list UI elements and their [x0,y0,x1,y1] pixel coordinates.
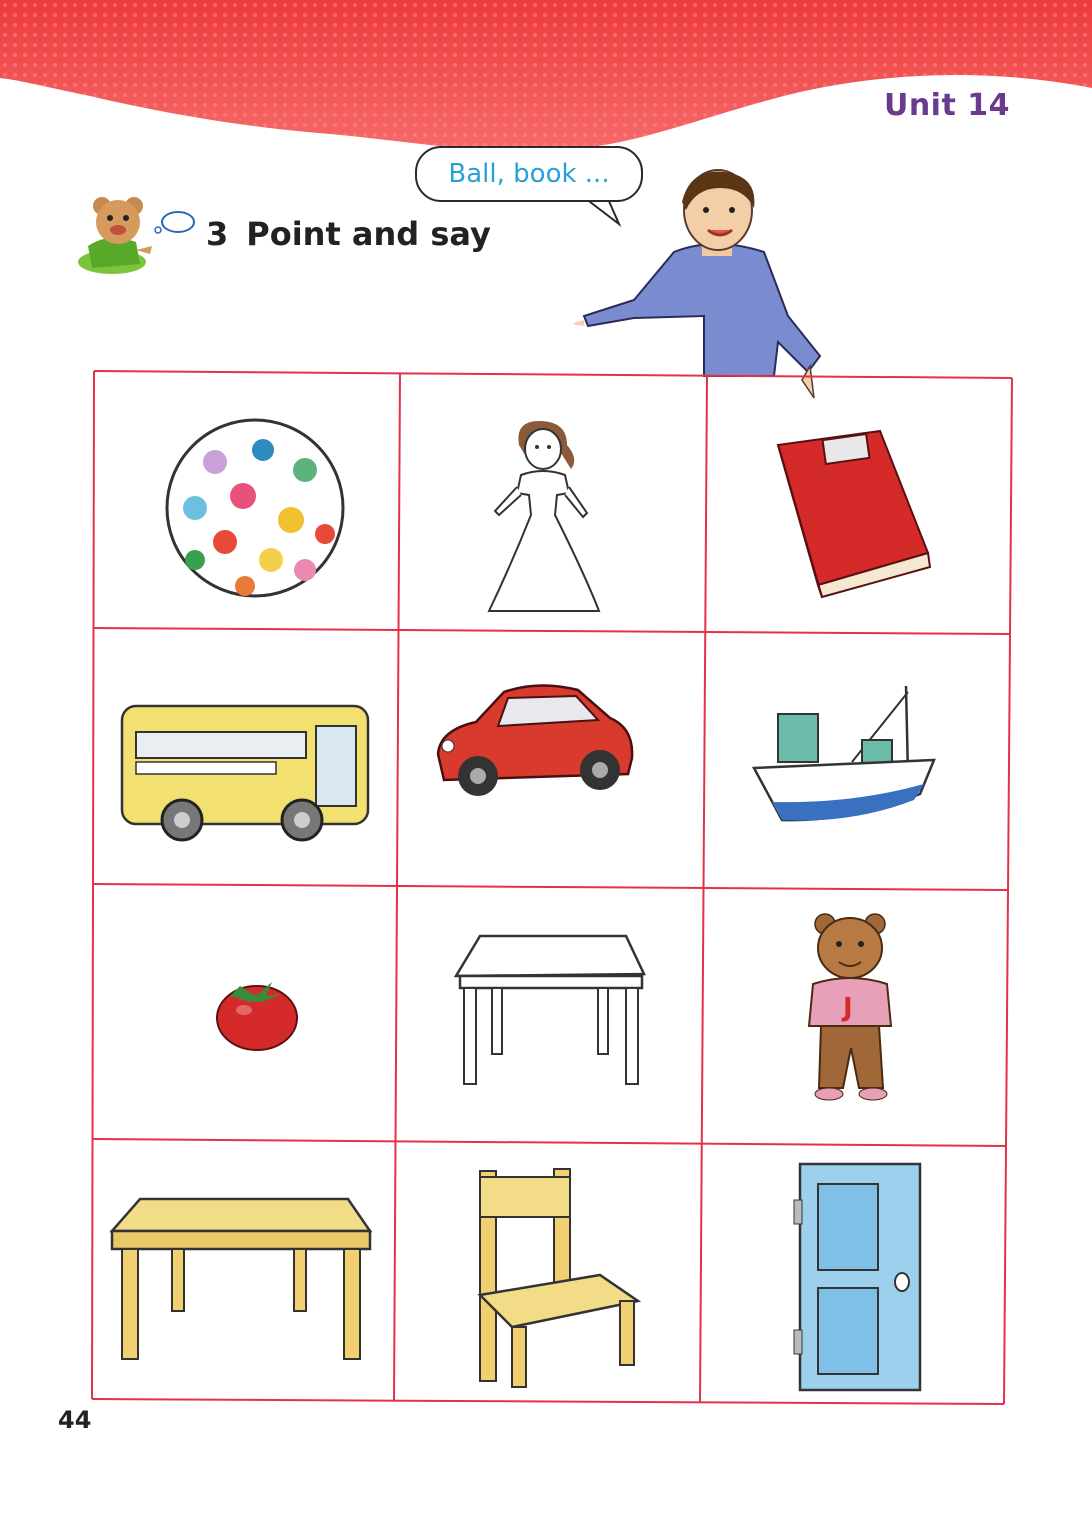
page-number: 44 [58,1406,92,1434]
car-icon [436,684,634,796]
tomato-icon [216,982,298,1051]
book-icon [776,429,932,599]
bus-icon [120,704,370,842]
svg-text:J: J [841,993,853,1023]
doll-icon [487,421,601,612]
boat-icon [751,685,936,822]
table-icon [453,934,646,1085]
door-icon [793,1162,922,1392]
ball-icon [165,418,345,598]
teddy-bear-icon: J [807,913,893,1101]
chair-icon [477,1168,642,1388]
desk-icon [109,1197,373,1360]
